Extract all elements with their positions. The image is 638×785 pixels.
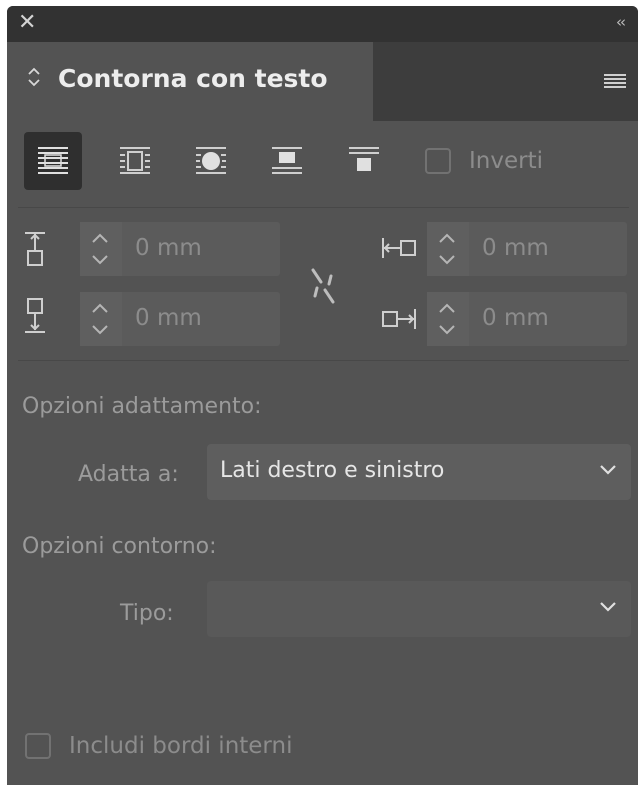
wrap-to-select[interactable]: Lati destro e sinistro	[207, 444, 631, 500]
wrap-object-shape-button[interactable]	[182, 132, 240, 190]
top-offset-icon	[25, 232, 45, 266]
up-down-arrows-icon[interactable]	[27, 62, 41, 92]
include-inside-edges-checkbox[interactable]	[25, 733, 51, 759]
wrap-to-label: Adatta a:	[78, 462, 179, 487]
wrap-options-heading: Opzioni adattamento:	[22, 394, 262, 419]
invert-checkbox[interactable]	[425, 148, 451, 174]
stepper-arrows-icon[interactable]	[427, 292, 469, 346]
left-offset-icon	[382, 238, 416, 258]
wrap-bounding-box-button[interactable]	[106, 132, 164, 190]
divider	[18, 360, 629, 361]
unlinked-chain-icon[interactable]	[305, 266, 341, 306]
left-offset-value: 0 mm	[482, 235, 549, 261]
stepper-arrows-icon[interactable]	[427, 222, 469, 276]
chevron-down-icon	[600, 465, 616, 475]
jump-object-button[interactable]	[258, 132, 316, 190]
bottom-offset-stepper[interactable]: 0 mm	[80, 292, 280, 346]
top-offset-value: 0 mm	[135, 235, 202, 261]
no-text-wrap-icon	[38, 147, 68, 174]
contour-options-heading: Opzioni contorno:	[22, 534, 217, 559]
wrap-to-value: Lati destro e sinistro	[220, 458, 445, 483]
panel-tab-strip: Contorna con testo	[7, 42, 638, 121]
left-offset-stepper[interactable]: 0 mm	[427, 222, 627, 276]
include-inside-edges-label: Includi bordi interni	[69, 733, 293, 759]
panel-title-bar: ✕ ‹‹	[7, 6, 638, 42]
jump-object-icon	[272, 147, 302, 174]
chevron-down-icon	[600, 602, 616, 612]
wrap-around-bounding-box-icon	[120, 147, 150, 174]
stepper-arrows-icon[interactable]	[80, 292, 122, 346]
jump-to-next-column-icon	[349, 147, 379, 171]
text-wrap-panel: ✕ ‹‹ Contorna con testo Inverti 0 mm 0 m…	[7, 6, 638, 785]
tab-text-wrap[interactable]: Contorna con testo	[7, 42, 373, 121]
bottom-offset-value: 0 mm	[135, 305, 202, 331]
bottom-offset-icon	[25, 298, 45, 333]
right-offset-stepper[interactable]: 0 mm	[427, 292, 627, 346]
divider	[18, 207, 629, 208]
top-offset-stepper[interactable]: 0 mm	[80, 222, 280, 276]
wrap-around-object-shape-icon	[196, 147, 226, 174]
double-chevron-left-icon[interactable]: ‹‹	[616, 12, 626, 32]
invert-label: Inverti	[469, 148, 543, 174]
right-offset-value: 0 mm	[482, 305, 549, 331]
panel-title: Contorna con testo	[58, 64, 328, 93]
contour-type-select[interactable]	[207, 581, 631, 637]
no-wrap-button[interactable]	[24, 132, 82, 190]
jump-to-next-column-button[interactable]	[335, 132, 393, 190]
right-offset-icon	[382, 309, 416, 329]
panel-menu-icon[interactable]	[604, 73, 626, 89]
close-icon[interactable]: ✕	[18, 10, 36, 36]
contour-type-label: Tipo:	[120, 601, 174, 626]
stepper-arrows-icon[interactable]	[80, 222, 122, 276]
